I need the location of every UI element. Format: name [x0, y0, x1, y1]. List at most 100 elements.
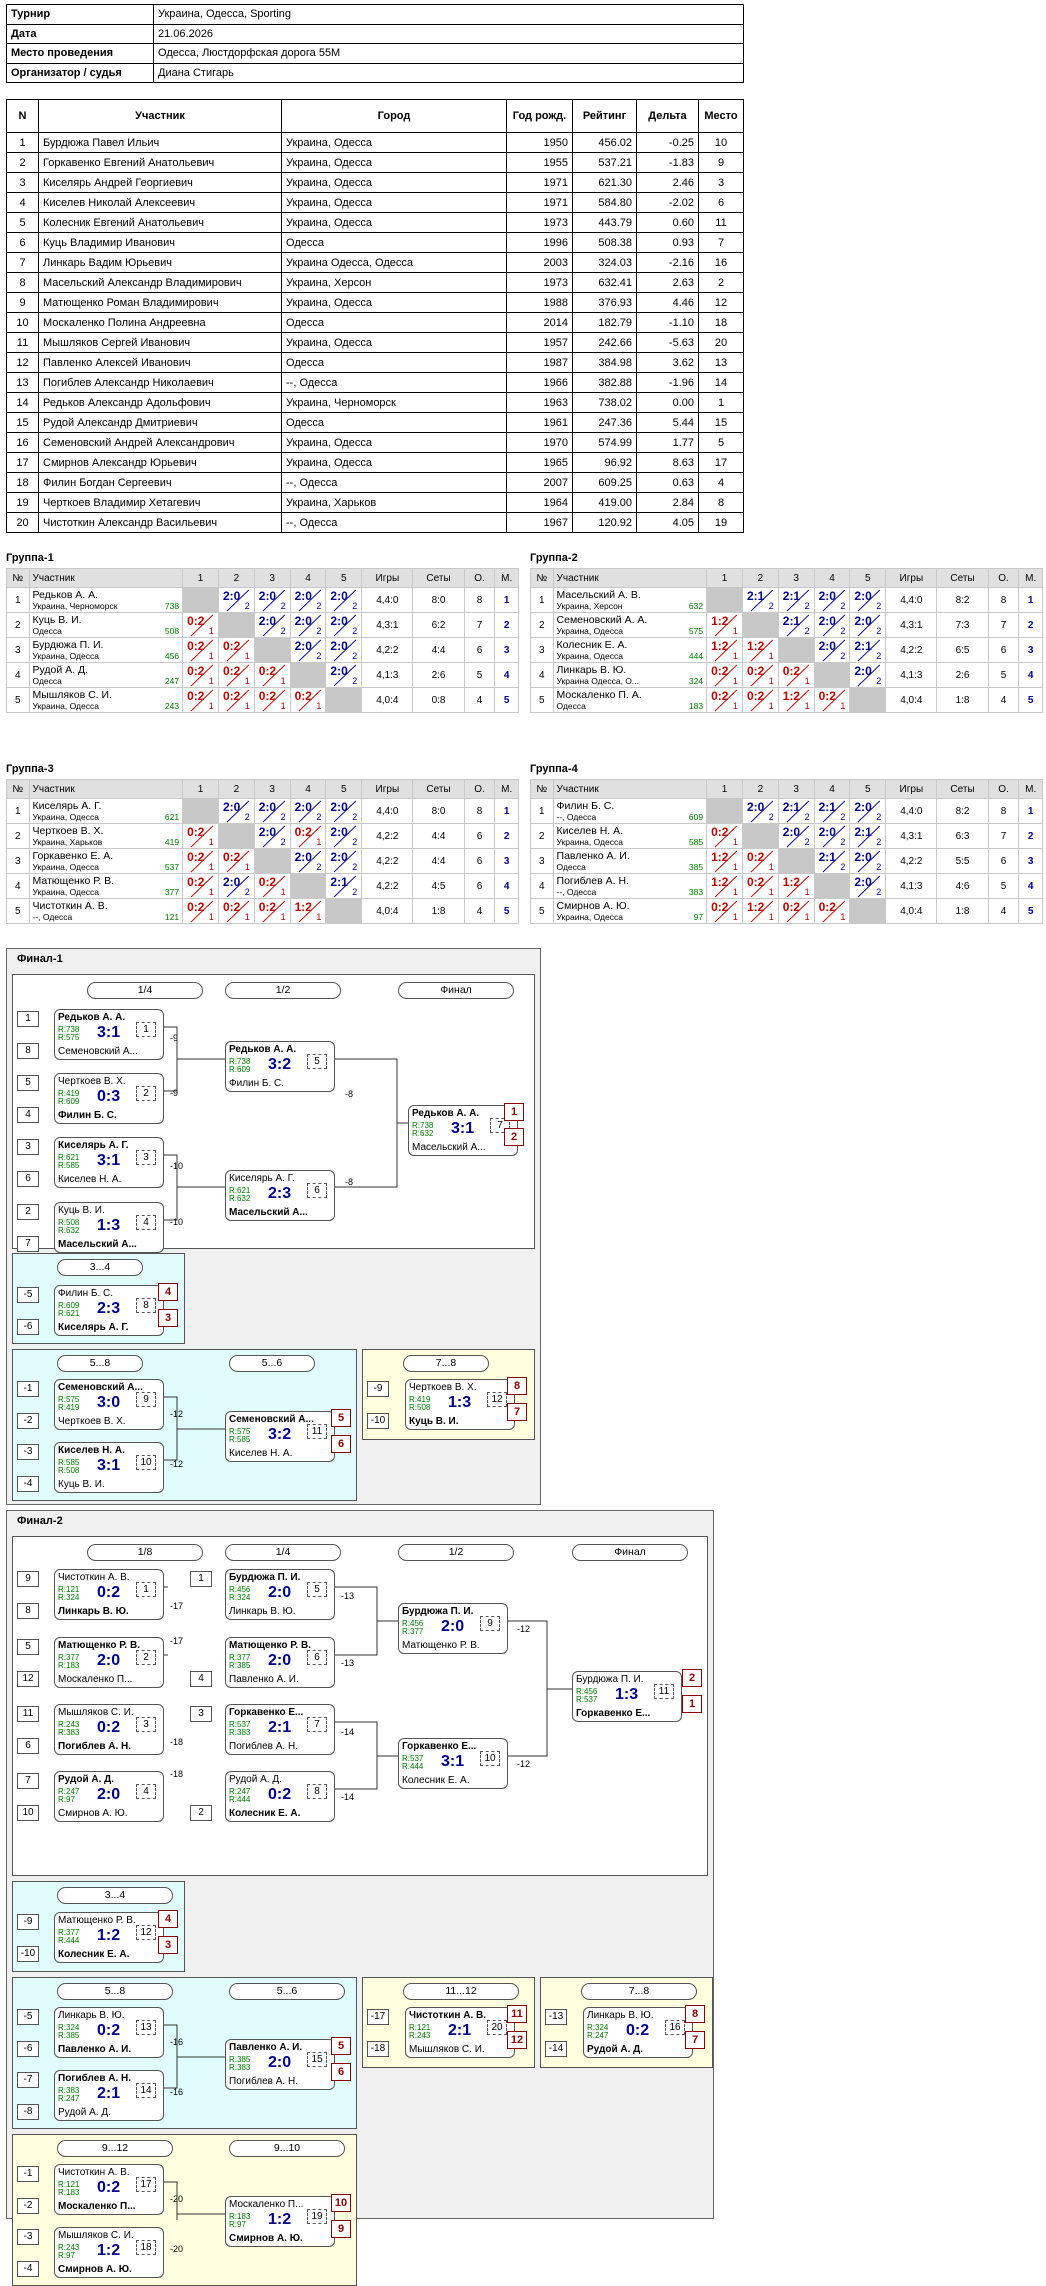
player-cell: 19	[698, 512, 744, 533]
group-result-score: 2:0	[330, 850, 348, 864]
match-box[interactable]: Рудой А. Д. R:247 R:444 0:2 8 Колесник Е. А.	[225, 1771, 335, 1822]
group-result-cell: 2:1 2	[849, 823, 887, 849]
match-box[interactable]: Рудой А. Д. R:247 R:97 2:0 4 Смирнов А. Ю.	[54, 1771, 164, 1822]
match-score: 1:2	[97, 2242, 121, 2259]
match-box[interactable]: Редьков А. А. R:738 R:609 3:2 5 Филин Б. С.	[225, 1041, 335, 1092]
player-cell: 508.38	[572, 232, 637, 253]
group-result-score: 0:2	[187, 900, 205, 914]
match-box[interactable]: Киселярь А. Г. R:621 R:585 3:1 3 Киселев Н. А…	[54, 1137, 164, 1188]
group-result-points: 2	[876, 862, 882, 872]
group-place: 5	[1018, 687, 1043, 713]
match-box[interactable]: Бурдюжа П. И. R:456 R:324 2:0 5 Линкарь В. Ю.	[225, 1569, 335, 1620]
player-row: 16 Семеновский Андрей Александрович Украин…	[6, 432, 744, 453]
group-result-points: 2	[804, 626, 810, 636]
group-row-number: 5	[6, 687, 30, 713]
group-result-cell: 0:2 1	[706, 662, 743, 688]
match-box[interactable]: Чистоткин А. В. R:121 R:183 0:2 17 Москаленко…	[54, 2164, 164, 2215]
player-row: 6 Куць Владимир Иванович Одесса 1996 508.38 0…	[6, 232, 744, 253]
player-cell: 12	[698, 292, 744, 313]
group-player: Бурдюжа П. И. Украина, Одесса 456	[28, 637, 184, 663]
match-score: 1:2	[97, 1927, 121, 1944]
group-player-rating: 621	[164, 811, 180, 822]
match-box[interactable]: Семеновский А... R:575 R:419 3:0 9 Черткоев В…	[54, 1379, 164, 1430]
match-score: 3:1	[451, 1120, 475, 1137]
group-games: 4,4:0	[361, 587, 414, 613]
group-result-score: 2:0	[294, 589, 312, 603]
group-player-rating: 738	[164, 600, 180, 611]
player-cell: 4.46	[636, 292, 699, 313]
match-box[interactable]: Бурдюжа П. И. R:456 R:377 2:0 9 Матющенко Р. …	[398, 1603, 508, 1654]
group-player-name: Мышляков С. И.	[32, 688, 112, 701]
group-result-cell: 0:2 1	[253, 687, 291, 713]
player-cell: -1.83	[636, 152, 699, 173]
match-box[interactable]: Киселярь А. Г. R:621 R:632 2:3 6 Масельский А…	[225, 1170, 335, 1221]
player-cell: Бурдюжа Павел Ильич	[38, 132, 282, 153]
match-box[interactable]: Матющенко Р. В. R:377 R:444 1:2 12 Колесник Е…	[54, 1912, 164, 1963]
match-box[interactable]: Редьков А. А. R:738 R:575 3:1 1 Семеновский А…	[54, 1009, 164, 1060]
player-cell: -2.16	[636, 252, 699, 273]
match-box[interactable]: Москаленко П... R:183 R:97 1:2 19 Смирнов А. …	[225, 2196, 335, 2247]
match-box[interactable]: Горкавенко Е... R:537 R:444 3:1 10 Колесник Е…	[398, 1738, 508, 1789]
group-player-city: Украина, Одесса	[556, 650, 623, 661]
group-row: 1 Масельский А. В. Украина, Херсон 632 2:1 2 2…	[530, 587, 1043, 613]
match-box[interactable]: Мышляков С. И. R:243 R:97 1:2 18 Смирнов А. Ю…	[54, 2227, 164, 2278]
group-points: 5	[987, 873, 1020, 899]
group-player: Черткоев В. Х. Украина, Харьков 419	[28, 823, 184, 849]
player-cell: -1.96	[636, 372, 699, 393]
match-box[interactable]: Киселев Н. А. R:585 R:508 3:1 10 Куць В. И.	[54, 1442, 164, 1493]
group-result-score: 1:2	[711, 614, 729, 628]
group-place: 3	[1018, 848, 1043, 874]
group-result-score: 0:2	[782, 664, 801, 678]
match-box[interactable]: Чистоткин А. В. R:121 R:324 0:2 1 Линкарь В. …	[54, 1569, 164, 1620]
group-result-score: 0:2	[294, 689, 312, 703]
match-player-2: Смирнов А. Ю.	[58, 1808, 128, 1819]
group-result-score: 0:2	[187, 614, 205, 628]
match-box[interactable]: Линкарь В. Ю. R:324 R:247 0:2 16 Рудой А. Д.	[583, 2007, 693, 2058]
group-result-points: 2	[352, 626, 358, 636]
group-points: 4	[463, 687, 496, 713]
group-result-points: 2	[876, 676, 882, 686]
seed-number: -5	[17, 2009, 39, 2025]
group-diagonal-cell	[706, 587, 743, 613]
player-cell: Масельский Александр Владимирович	[38, 272, 282, 293]
match-box[interactable]: Редьков А. А. R:738 R:632 3:1 7 Масельский А.…	[408, 1105, 518, 1156]
match-box[interactable]: Черткоев В. Х. R:419 R:508 1:3 12 Куць В. И.	[405, 1379, 515, 1430]
group-result-points: 1	[208, 701, 214, 711]
group-result-cell: 0:2 1	[706, 687, 743, 713]
player-row: 17 Смирнов Александр Юрьевич Украина, Одес…	[6, 452, 744, 473]
player-cell: Украина, Одесса	[281, 192, 507, 213]
match-box[interactable]: Мышляков С. И. R:243 R:383 0:2 3 Погиблев А. …	[54, 1704, 164, 1755]
group-row: 1 Филин Б. С. --, Одесса 609 2:0 2 2:1 2 2:1 2 2:0…	[530, 798, 1043, 824]
group-player-name: Горкавенко Е. А.	[32, 849, 114, 862]
match-box[interactable]: Филин Б. С. R:609 R:621 2:3 8 Киселярь А. Г.	[54, 1285, 164, 1336]
match-box[interactable]: Горкавенко Е... R:537 R:383 2:1 7 Погиблев А.…	[225, 1704, 335, 1755]
player-cell: 621.30	[572, 172, 637, 193]
group-player: Смирнов А. Ю. Украина, Одесса 97	[552, 898, 708, 924]
match-box[interactable]: Линкарь В. Ю. R:324 R:385 0:2 13 Павленко А. …	[54, 2007, 164, 2058]
player-cell: 19	[6, 492, 39, 513]
player-cell: 20	[698, 332, 744, 353]
match-box[interactable]: Матющенко Р. В. R:377 R:385 2:0 6 Павленко А.…	[225, 1637, 335, 1688]
final-place: 5	[331, 2037, 351, 2055]
match-score: 2:1	[97, 2085, 121, 2102]
group-header: О.	[463, 779, 496, 799]
final-place: 2	[682, 1669, 702, 1687]
player-cell: Украина, Херсон	[281, 272, 507, 293]
match-box[interactable]: Чистоткин А. В. R:121 R:243 2:1 20 Мышляков С…	[405, 2007, 515, 2058]
group-points: 4	[987, 898, 1020, 924]
group-result-cell: 2:0 2	[813, 637, 851, 663]
match-box[interactable]: Черткоев В. Х. R:419 R:609 0:3 2 Филин Б. С.	[54, 1073, 164, 1124]
match-box[interactable]: Семеновский А... R:575 R:585 3:2 11 Киселев Н…	[225, 1411, 335, 1462]
match-box[interactable]: Матющенко Р. В. R:377 R:183 2:0 2 Москаленко …	[54, 1637, 164, 1688]
match-box[interactable]: Бурдюжа П. И. R:456 R:537 1:3 11 Горкавенко Е…	[572, 1671, 682, 1722]
group-games: 4,4:0	[885, 798, 938, 824]
player-cell: --, Одесса	[281, 472, 507, 493]
group-header: 3	[253, 568, 291, 588]
loser-reference: -10	[170, 1217, 184, 1227]
match-box[interactable]: Погиблев А. Н. R:383 R:247 2:1 14 Рудой А. Д.	[54, 2070, 164, 2121]
match-box[interactable]: Куць В. И. R:508 R:632 1:3 4 Масельский А...	[54, 1202, 164, 1253]
group-row-number: 2	[6, 823, 30, 849]
match-box[interactable]: Павленко А. И. R:385 R:383 2:0 15 Погиблев А.…	[225, 2039, 335, 2090]
seed-number: -10	[17, 1946, 39, 1962]
match-number: 10	[136, 1455, 156, 1470]
